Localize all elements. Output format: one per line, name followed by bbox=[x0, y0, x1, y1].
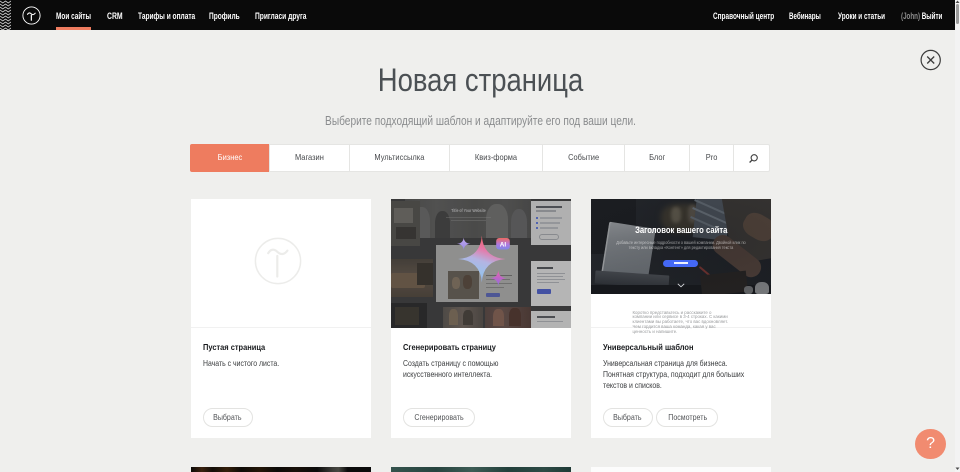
svg-text:AI: AI bbox=[499, 241, 506, 248]
